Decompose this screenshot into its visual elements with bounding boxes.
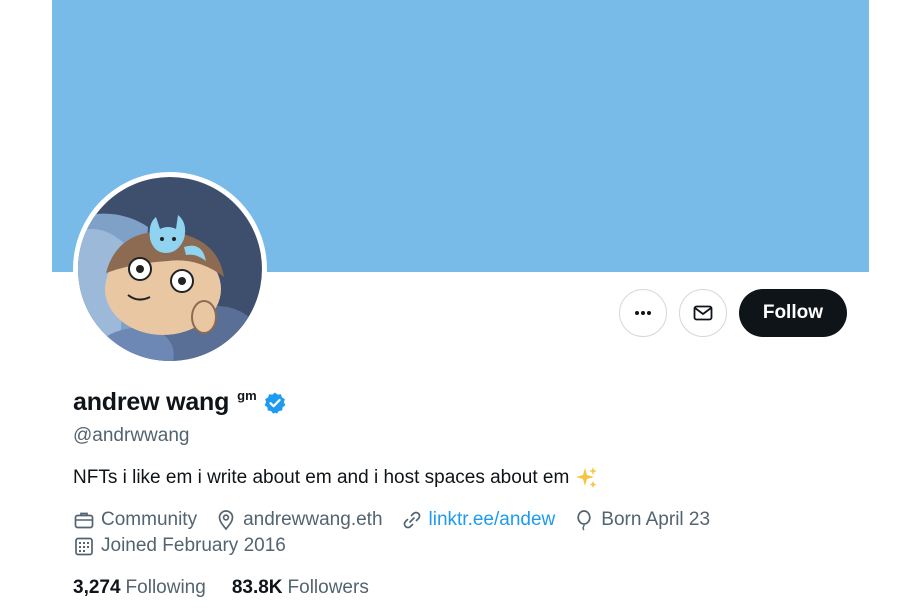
meta-joined: Joined February 2016 (73, 535, 286, 557)
profile-handle: @andrwwang (73, 425, 190, 446)
profile-bio: NFTs i like em i write about em and i ho… (73, 466, 599, 490)
following-link[interactable]: 3,274 Following (73, 577, 206, 599)
follow-button[interactable]: Follow (738, 289, 847, 337)
profile-meta: Community andrewwang.eth linktr.ee/andew (73, 509, 728, 531)
link-icon (403, 511, 420, 529)
more-button[interactable] (618, 289, 667, 337)
meta-website: linktr.ee/andew (401, 509, 556, 531)
mail-icon (693, 305, 713, 321)
follow-stats: 3,274 Following 83.8K Followers (73, 577, 395, 599)
profile-header: Follow andrew wang gm @andrwwang NFTs i … (52, 0, 869, 614)
bio-text: NFTs i like em i write about em and i ho… (73, 467, 570, 488)
calendar-icon (75, 537, 93, 556)
location-label: andrewwang.eth (243, 509, 383, 530)
sparkles-emoji (575, 466, 599, 490)
name-suffix: gm (237, 388, 257, 403)
meta-location: andrewwang.eth (215, 509, 383, 531)
message-button[interactable] (678, 289, 727, 337)
meta-birthday: Born April 23 (573, 509, 710, 531)
avatar[interactable] (73, 172, 267, 366)
followers-link[interactable]: 83.8K Followers (232, 577, 369, 599)
display-name: andrew wang (73, 388, 230, 416)
briefcase-icon (74, 512, 94, 529)
following-count: 3,274 (73, 577, 121, 598)
following-label: Following (125, 577, 206, 598)
joined-label: Joined February 2016 (101, 535, 286, 556)
balloon-icon (577, 510, 591, 531)
followers-label: Followers (287, 577, 369, 598)
website-link[interactable]: linktr.ee/andew (429, 509, 556, 531)
more-icon (634, 311, 651, 315)
category-label: Community (101, 509, 198, 530)
birthday-label: Born April 23 (601, 509, 711, 530)
location-pin-icon (218, 510, 234, 531)
profile-actions: Follow (618, 289, 847, 337)
followers-count: 83.8K (231, 577, 283, 598)
profile-name-row: andrew wang gm (73, 388, 287, 417)
avatar-image (78, 177, 262, 361)
profile-meta-joined: Joined February 2016 (73, 535, 304, 557)
meta-category: Community (73, 509, 197, 531)
verified-badge-icon[interactable] (263, 391, 287, 415)
